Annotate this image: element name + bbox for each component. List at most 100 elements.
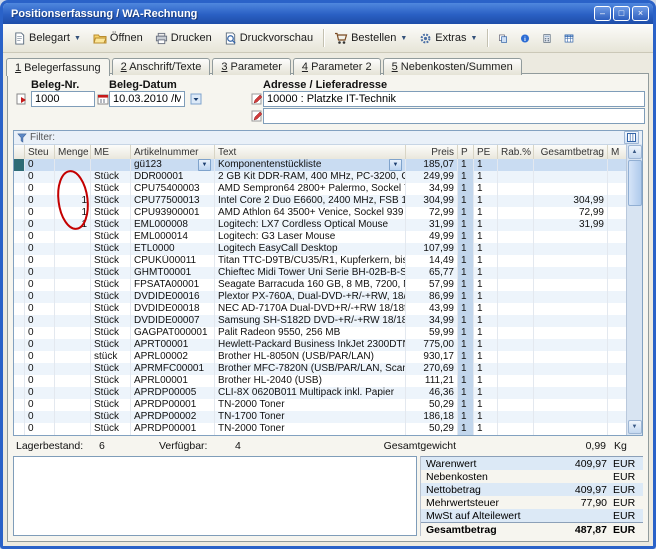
cell-menge — [55, 399, 91, 411]
grid-header-artikel[interactable]: Artikelnummer — [131, 145, 215, 159]
grid-row[interactable]: 0StückAPRT00001Hewlett-Packard Business … — [14, 339, 626, 351]
grid-header-text[interactable]: Text — [215, 145, 406, 159]
grid-row[interactable]: 0StückGAGPAT000001Palit Radeon 9550, 256… — [14, 327, 626, 339]
grid-header-pe[interactable]: PE — [474, 145, 498, 159]
cell-me: stück — [91, 351, 131, 363]
edit-pencil-icon[interactable] — [250, 92, 263, 105]
info-icon: i — [520, 32, 530, 45]
cell-text: AMD Athlon 64 3500+ Venice, Sockel 939 — [215, 207, 406, 219]
tab-parameter[interactable]: 3 Parameter — [212, 58, 291, 75]
minimize-button[interactable]: – — [594, 6, 611, 21]
tab-anschrift-texte[interactable]: 2 Anschrift/Texte — [112, 58, 211, 75]
cell-ind — [14, 315, 25, 327]
grid-row[interactable]: 0StückAPRDP00002TN-1700 Toner186,1811 — [14, 411, 626, 423]
lookup-icon[interactable] — [15, 92, 28, 105]
scroll-up-button[interactable]: ▲ — [628, 145, 642, 159]
tab-belegerfassung[interactable]: 1 Belegerfassung — [6, 58, 110, 76]
cell-steu: 0 — [25, 315, 55, 327]
cell-text: CLI-8X 0620B011 Multipack inkl. Papier — [215, 387, 406, 399]
grid-row[interactable]: 0gü123▼Komponentenstückliste▼185,0711 — [14, 159, 626, 171]
grid-row[interactable]: 01StückEML000008Logitech: LX7 Cordless O… — [14, 219, 626, 231]
cell-preis: 14,49 — [406, 255, 458, 267]
cell-ind — [14, 159, 25, 171]
cell-preis: 72,99 — [406, 207, 458, 219]
copy-button[interactable] — [492, 27, 514, 49]
scroll-down-button[interactable]: ▼ — [628, 420, 642, 434]
chevron-down-icon: ▼ — [470, 35, 477, 42]
scroll-thumb[interactable] — [628, 160, 642, 206]
grid-header-p[interactable]: P — [458, 145, 474, 159]
extras-button[interactable]: Extras ▼ — [413, 27, 483, 49]
druckvorschau-button[interactable]: Druckvorschau — [218, 27, 319, 49]
cell-pe: 1 — [474, 303, 498, 315]
grid-row[interactable]: 0StückFPSATA00001Seagate Barracuda 160 G… — [14, 279, 626, 291]
grid-row[interactable]: 0stückAPRL00002Brother HL-8050N (USB/PAR… — [14, 351, 626, 363]
info-button[interactable]: i — [514, 27, 536, 49]
maximize-button[interactable]: □ — [613, 6, 630, 21]
column-chooser-button[interactable] — [624, 131, 639, 144]
grid-header-ind[interactable] — [14, 145, 25, 159]
window-title: Positionserfassung / WA-Rechnung — [11, 8, 594, 20]
grid-header-gesamt[interactable]: Gesamtbetrag — [534, 145, 608, 159]
cell-preis: 34,99 — [406, 315, 458, 327]
grid-header-steu[interactable]: Steu — [25, 145, 55, 159]
close-button[interactable]: × — [632, 6, 649, 21]
grid-row[interactable]: 0StückCPUKÜ00011Titan TTC-D9TB/CU35/R1, … — [14, 255, 626, 267]
grid-row[interactable]: 0StückAPRDP00001TN-2000 Toner50,2911 — [14, 423, 626, 435]
beleg-datum-input[interactable] — [109, 91, 185, 107]
grid-row[interactable]: 0StückDVDIDE00007Samsung SH-S182D DVD-+R… — [14, 315, 626, 327]
grid-row[interactable]: 0StückDVDIDE00016Plextor PX-760A, Dual-D… — [14, 291, 626, 303]
cell-p: 1 — [458, 207, 474, 219]
grid-row[interactable]: 0StückCPU75400003AMD Sempron64 2800+ Pal… — [14, 183, 626, 195]
table-button[interactable] — [558, 27, 580, 49]
cell-pe: 1 — [474, 387, 498, 399]
lagerbestand-label: Lagerbestand: — [16, 440, 99, 452]
document-icon — [13, 32, 26, 45]
belegart-button[interactable]: Belegart ▼ — [7, 27, 87, 49]
edit-pencil-icon[interactable] — [250, 109, 263, 122]
adresse-input[interactable] — [263, 91, 645, 107]
grid-row[interactable]: 0StückAPRDP00001TN-2000 Toner50,2911 — [14, 399, 626, 411]
cell-preis: 50,29 — [406, 423, 458, 435]
tab-parameter-2[interactable]: 4 Parameter 2 — [293, 58, 381, 75]
positionstext-area[interactable] — [13, 456, 417, 536]
cell-ind — [14, 267, 25, 279]
tab-nebenkosten-summen[interactable]: 5 Nebenkosten/Summen — [383, 58, 522, 75]
grid-row[interactable]: 0StückAPRL00001Brother HL-2040 (USB)111,… — [14, 375, 626, 387]
grid-header-me[interactable]: ME — [91, 145, 131, 159]
cell-m — [608, 183, 626, 195]
grid-row[interactable]: 0StückDDR000012 GB Kit DDR-RAM, 400 MHz,… — [14, 171, 626, 183]
vertical-scrollbar[interactable]: ▲ ▼ — [626, 144, 642, 435]
date-picker-button[interactable] — [189, 92, 202, 105]
combo-dropdown-button[interactable]: ▼ — [389, 159, 402, 171]
bestellen-button[interactable]: Bestellen ▼ — [328, 27, 413, 49]
calculator-button[interactable] — [536, 27, 558, 49]
cell-steu: 0 — [25, 159, 55, 171]
cell-artikel: APRDP00002 — [131, 411, 215, 423]
grid-header-m[interactable]: M — [608, 145, 626, 159]
titlebar[interactable]: Positionserfassung / WA-Rechnung – □ × — [3, 3, 653, 24]
beleg-nr-input[interactable] — [31, 91, 95, 107]
calendar-icon[interactable] — [96, 92, 109, 105]
cell-text: Logitech: LX7 Cordless Optical Mouse — [215, 219, 406, 231]
column-chooser-icon — [627, 133, 636, 142]
combo-dropdown-button[interactable]: ▼ — [198, 159, 211, 171]
grid-row[interactable]: 0StückDVDIDE00018NEC AD-7170A Dual-DVD+R… — [14, 303, 626, 315]
grid-row[interactable]: 0StückETL0000Logitech EasyCall Desktop10… — [14, 243, 626, 255]
lieferadresse-input[interactable] — [263, 108, 645, 124]
cell-gesamt — [534, 303, 608, 315]
grid-row[interactable]: 01StückCPU77500013Intel Core 2 Duo E6600… — [14, 195, 626, 207]
cell-pe: 1 — [474, 207, 498, 219]
grid-row[interactable]: 0StückEML000014Logitech: G3 Laser Mouse4… — [14, 231, 626, 243]
grid-row[interactable]: 0StückGHMT00001Chieftec Midi Tower Uni S… — [14, 267, 626, 279]
grid-header-preis[interactable]: Preis — [406, 145, 458, 159]
grid-header-menge[interactable]: Menge — [55, 145, 91, 159]
drucken-button[interactable]: Drucken — [149, 27, 218, 49]
cell-pe: 1 — [474, 423, 498, 435]
grid-row[interactable]: 0StückAPRMFC00001Brother MFC-7820N (USB/… — [14, 363, 626, 375]
grid-row[interactable]: 01StückCPU93900001AMD Athlon 64 3500+ Ve… — [14, 207, 626, 219]
filter-row[interactable]: Filter: — [14, 131, 642, 145]
grid-row[interactable]: 0StückAPRDP00005CLI-8X 0620B011 Multipac… — [14, 387, 626, 399]
oeffnen-button[interactable]: Öffnen — [87, 27, 149, 49]
grid-header-rab[interactable]: Rab.% — [498, 145, 534, 159]
